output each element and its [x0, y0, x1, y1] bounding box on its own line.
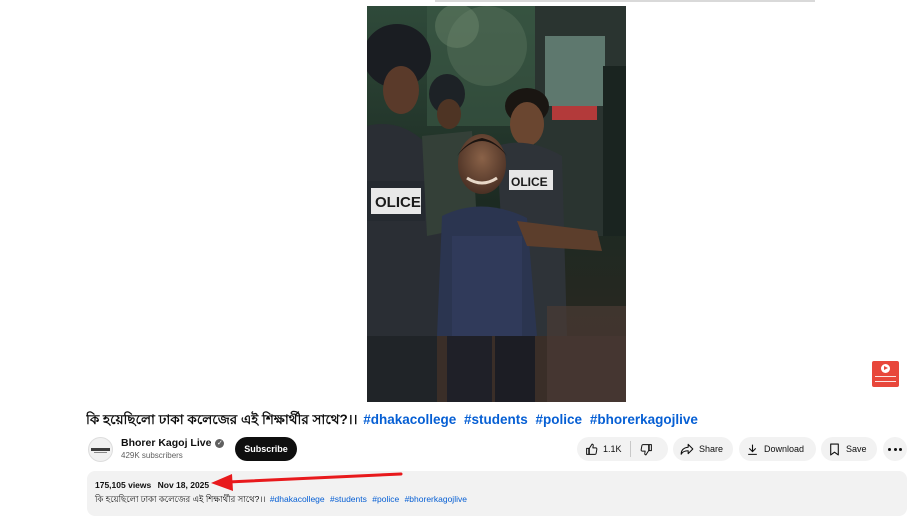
- title-hashtag-students[interactable]: #students: [464, 412, 528, 427]
- like-dislike-group: 1.1K: [577, 437, 668, 461]
- subscriber-count: 429K subscribers: [121, 451, 183, 460]
- save-button[interactable]: Save: [821, 437, 877, 461]
- player-top-bar: [435, 0, 815, 2]
- bookmark-icon: [830, 443, 839, 455]
- share-icon: [680, 443, 694, 455]
- play-icon: [881, 364, 890, 373]
- desc-hashtag-students[interactable]: #students: [330, 494, 367, 504]
- description-text: কি হয়েছিলো ঢাকা কলেজের এই শিক্ষার্থীর স…: [95, 493, 470, 507]
- more-actions-button[interactable]: [883, 437, 907, 461]
- description-body: কি হয়েছিলো ঢাকা কলেজের এই শিক্ষার্থীর স…: [95, 494, 266, 504]
- video-title-text: কি হয়েছিলো ঢাকা কলেজের এই শিক্ষার্থীর স…: [86, 412, 358, 427]
- like-button[interactable]: 1.1K: [577, 437, 622, 461]
- download-icon: [748, 444, 757, 455]
- download-label: Download: [764, 444, 805, 454]
- desc-hashtag-police[interactable]: #police: [372, 494, 399, 504]
- dislike-button[interactable]: [631, 437, 653, 461]
- police-vest-label-right: OLICE: [511, 175, 548, 189]
- subscribe-button[interactable]: Subscribe: [235, 437, 297, 461]
- watermark-line: [875, 376, 896, 377]
- view-count: 175,105 views: [95, 480, 152, 490]
- channel-name-row: Bhorer Kagoj Live ✓: [121, 436, 225, 450]
- channel-watermark-icon[interactable]: [872, 361, 899, 387]
- more-dots-icon: [899, 447, 902, 451]
- thumbs-down-icon: [640, 443, 652, 455]
- video-player[interactable]: OLICE OLICE: [367, 6, 626, 402]
- like-count: 1.1K: [603, 444, 622, 454]
- download-button[interactable]: Download: [739, 437, 816, 461]
- channel-avatar[interactable]: [88, 437, 113, 462]
- video-frame-image: OLICE OLICE: [367, 6, 626, 402]
- share-button[interactable]: Share: [673, 437, 733, 461]
- video-title: কি হয়েছিলো ঢাকা কলেজের এই শিক্ষার্থীর স…: [86, 409, 906, 431]
- title-hashtag-dhakacollege[interactable]: #dhakacollege: [363, 412, 456, 427]
- title-hashtag-police[interactable]: #police: [536, 412, 583, 427]
- avatar-logo-mark: [91, 448, 110, 451]
- more-dots-icon: [893, 447, 897, 451]
- desc-hashtag-dhakacollege[interactable]: #dhakacollege: [270, 494, 325, 504]
- watermark-line: [875, 381, 896, 382]
- verified-check-icon: ✓: [215, 438, 225, 448]
- save-label: Save: [846, 444, 867, 454]
- desc-hashtag-bhorerkagojlive[interactable]: #bhorerkagojlive: [405, 494, 467, 504]
- avatar-logo-mark: [94, 452, 107, 453]
- thumbs-up-icon: [586, 443, 598, 455]
- more-dots-icon: [888, 447, 891, 451]
- upload-date: Nov 18, 2025: [157, 480, 210, 490]
- police-vest-label-left: OLICE: [375, 194, 421, 211]
- description-meta: 175,105 views Nov 18, 2025: [95, 480, 213, 490]
- title-hashtag-bhorerkagojlive[interactable]: #bhorerkagojlive: [590, 412, 698, 427]
- channel-name[interactable]: Bhorer Kagoj Live: [121, 437, 211, 449]
- share-label: Share: [699, 444, 724, 454]
